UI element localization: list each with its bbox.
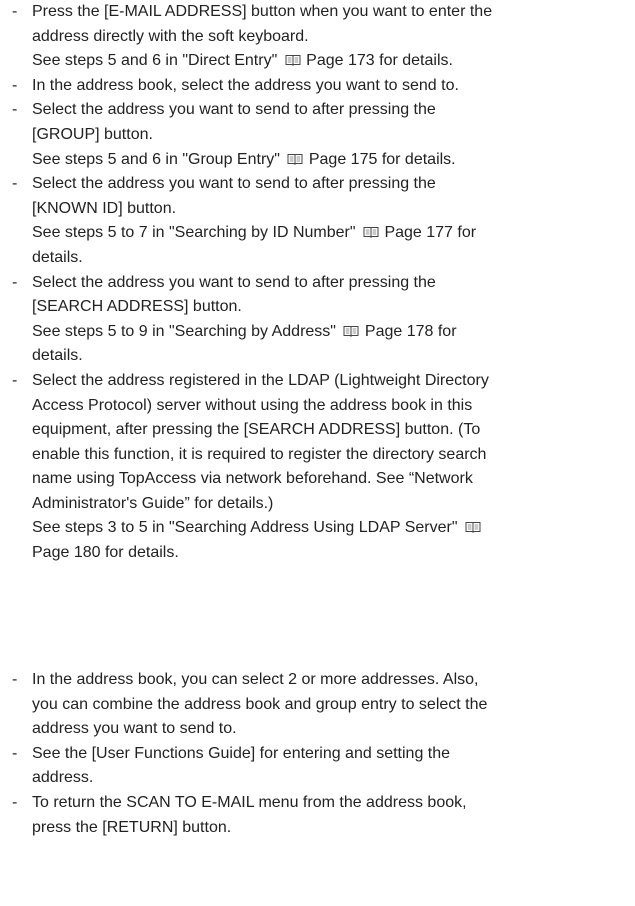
item-text-line: address. [32, 769, 94, 787]
reference-continuation: Page 180 for details. [32, 544, 179, 562]
item-text-line: See the [User Functions Guide] for enter… [32, 744, 451, 762]
page-reference: See steps 3 to 5 in "Searching Address U… [32, 516, 628, 541]
list-item: - In the address book, select the address… [0, 74, 628, 99]
page-reference: See steps 5 and 6 in "Direct Entry" Page… [32, 49, 628, 74]
reference-page-text: Page 177 for [384, 224, 477, 242]
item-text-line: [SEARCH ADDRESS] button. [32, 298, 242, 316]
bullet-dash: - [12, 371, 18, 389]
page-reference: See steps 5 to 7 in "Searching by ID Num… [32, 221, 628, 246]
bullet-dash: - [12, 671, 18, 688]
reference-continuation: details. [32, 347, 83, 365]
book-reference-icon [343, 325, 359, 337]
item-text-line: enable this function, it is required to … [32, 445, 487, 463]
item-text-line: you can combine the address book and gro… [32, 695, 488, 713]
document-page: - Press the [E-MAIL ADDRESS] button when … [0, 0, 635, 906]
list-item: - In the address book, you can select 2 o… [0, 668, 628, 742]
list-item: - Select the address you want to send to … [0, 172, 628, 270]
item-text-line: [KNOWN ID] button. [32, 199, 177, 217]
reference-text: See steps 5 and 6 in "Group Entry" [32, 150, 280, 168]
item-text-line: In the address book, you can select 2 or… [32, 671, 479, 688]
item-text-line: Select the address you want to send to a… [32, 273, 436, 291]
list-item: - To return the SCAN TO E-MAIL menu from … [0, 791, 628, 840]
bullet-dash: - [12, 744, 18, 762]
reference-text: See steps 5 to 7 in "Searching by ID Num… [32, 224, 356, 242]
reference-text: See steps 5 to 9 in "Searching by Addres… [32, 322, 336, 340]
item-text-line: [GROUP] button. [32, 125, 153, 143]
list-item: - See the [User Functions Guide] for ente… [0, 742, 628, 791]
item-text-line: Press the [E-MAIL ADDRESS] button when y… [32, 3, 493, 20]
reference-text: See steps 5 and 6 in "Direct Entry" [32, 52, 278, 70]
item-text-line: Select the address registered in the LDA… [32, 371, 489, 389]
item-text-line: address directly with the soft keyboard. [32, 27, 309, 45]
book-reference-icon [287, 153, 303, 165]
item-text-line: To return the SCAN TO E-MAIL menu from t… [32, 793, 467, 811]
item-text-line: Access Protocol) server without using th… [32, 396, 473, 414]
bullet-dash: - [12, 175, 18, 193]
list-item: - Select the address registered in the LD… [0, 369, 628, 566]
reference-text: See steps 3 to 5 in "Searching Address U… [32, 519, 458, 537]
book-reference-icon [363, 226, 379, 239]
item-text-line: equipment, after pressing the [SEARCH AD… [32, 421, 481, 439]
reference-page-text: Page 175 for details. [308, 150, 456, 168]
item-text-line: Select the address you want to send to a… [32, 175, 436, 193]
item-text-line: In the address book, select the address … [32, 76, 459, 94]
address-selection-list: - Press the [E-MAIL ADDRESS] button when … [0, 0, 628, 566]
list-item: - Press the [E-MAIL ADDRESS] button when … [0, 0, 628, 74]
reference-continuation: details. [32, 248, 83, 266]
item-text-line: name using TopAccess via network beforeh… [32, 470, 473, 488]
book-reference-icon [465, 521, 481, 534]
item-text-line: press the [RETURN] button. [32, 818, 232, 836]
page-reference: See steps 5 and 6 in "Group Entry" Page … [32, 148, 628, 173]
book-reference-icon [285, 54, 301, 67]
bullet-dash: - [12, 273, 18, 291]
notes-list: - In the address book, you can select 2 o… [0, 668, 628, 840]
bullet-dash: - [12, 101, 18, 119]
bullet-dash: - [12, 793, 18, 811]
list-item: - Select the address you want to send to … [0, 271, 628, 369]
reference-page-text: Page 173 for details. [306, 52, 453, 70]
item-text-line: address you want to send to. [32, 720, 237, 738]
page-reference: See steps 5 to 9 in "Searching by Addres… [32, 320, 628, 345]
item-text-line: Administrator's Guide” for details.) [32, 494, 274, 512]
reference-page-text: Page 178 for [364, 322, 457, 340]
item-text-line: Select the address you want to send to a… [32, 101, 436, 119]
bullet-dash: - [12, 76, 18, 94]
list-item: - Select the address you want to send to … [0, 98, 628, 172]
bullet-dash: - [12, 3, 18, 20]
